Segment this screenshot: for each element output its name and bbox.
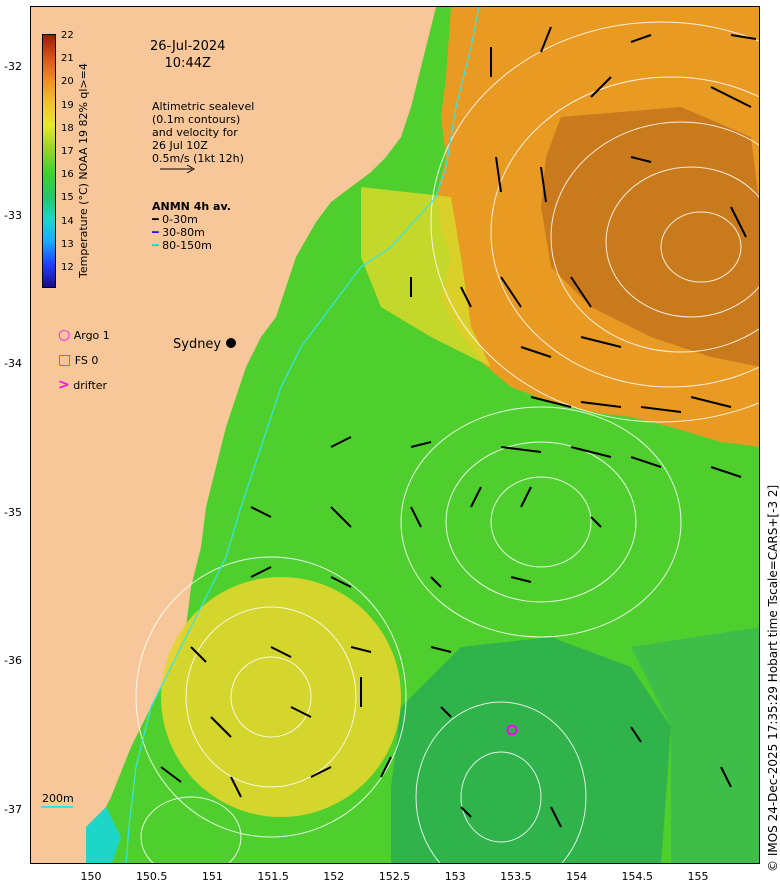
time-label: 10:44Z [164, 56, 211, 71]
timestamp: 26-Jul-2024 10:44Z [150, 38, 225, 72]
sydney-marker [226, 338, 236, 348]
lon-tick-label: 151 [201, 870, 223, 883]
lat-tick-label: -36 [4, 654, 22, 667]
lon-tick-label: 150 [80, 870, 102, 883]
legend-argo: ○ Argo 1 [58, 323, 110, 348]
sealevel-line-4: 26 Jul 10Z [152, 139, 208, 152]
lon-tick-label: 153 [444, 870, 466, 883]
lon-tick-label: 154.5 [621, 870, 654, 883]
anmn-label-mid: 30-80m [162, 226, 205, 239]
lon-tick-label: 155 [687, 870, 709, 883]
scale-arrow-icon [160, 164, 196, 174]
lon-tick-label: 152 [323, 870, 345, 883]
anmn-item-shallow: ━ 0-30m [152, 213, 198, 226]
lat-tick-label: -37 [4, 802, 22, 816]
anmn-item-deep: ━ 80-150m [152, 239, 212, 252]
platform-legend: ○ Argo 1 □ FS 0 > drifter [58, 323, 110, 398]
sealevel-line-1: Altimetric sealevel [152, 100, 255, 113]
anmn-item-mid: ━ 30-80m [152, 226, 205, 239]
legend-drifter-label: drifter [73, 379, 108, 392]
lon-tick-label: 150.5 [135, 870, 168, 883]
credit-text: © IMOS 24-Dec-2025 17:35:29 Hobart time … [766, 484, 780, 872]
lon-tick-label: 151.5 [257, 870, 289, 883]
colorbar [42, 34, 56, 288]
circle-icon: ○ [58, 327, 71, 343]
lat-tick-label: -33 [4, 208, 22, 222]
legend-fs: □ FS 0 [58, 348, 110, 373]
lat-tick-label: -35 [4, 505, 22, 519]
colorbar-tick: 22 [61, 30, 74, 41]
date-label: 26-Jul-2024 [150, 39, 226, 54]
lon-tick-label: 153.5 [500, 870, 532, 883]
legend-drifter: > drifter [58, 373, 110, 398]
sealevel-line-2: (0.1m contours) [152, 113, 241, 126]
chevron-icon: > [58, 377, 70, 393]
sealevel-line-3: and velocity for [152, 126, 238, 139]
sealevel-note: Altimetric sealevel (0.1m contours) and … [152, 100, 254, 165]
anmn-title: ANMN 4h av. [152, 200, 231, 213]
warm-eddy [161, 577, 401, 817]
legend-argo-label: Argo 1 [73, 329, 110, 342]
city-label: Sydney [173, 337, 222, 352]
colorbar-title: Temperature (°C) NOAA 19 82% ql>=4 [77, 63, 90, 278]
square-icon: □ [58, 352, 72, 368]
map-canvas [31, 7, 759, 863]
sst-map [30, 6, 760, 864]
isobath-label: 200m [42, 792, 74, 805]
lat-tick-label: -32 [4, 60, 22, 73]
lat-tick-label: -34 [4, 357, 22, 370]
legend-fs-label: FS 0 [74, 354, 99, 367]
lon-tick-label: 154 [566, 870, 588, 883]
anmn-label-shallow: 0-30m [162, 213, 198, 226]
anmn-label-deep: 80-150m [162, 239, 212, 252]
anmn-legend: ANMN 4h av. ━ 0-30m ━ 30-80m ━ 80-150m [152, 200, 231, 252]
lon-tick-label: 152.5 [378, 870, 411, 883]
